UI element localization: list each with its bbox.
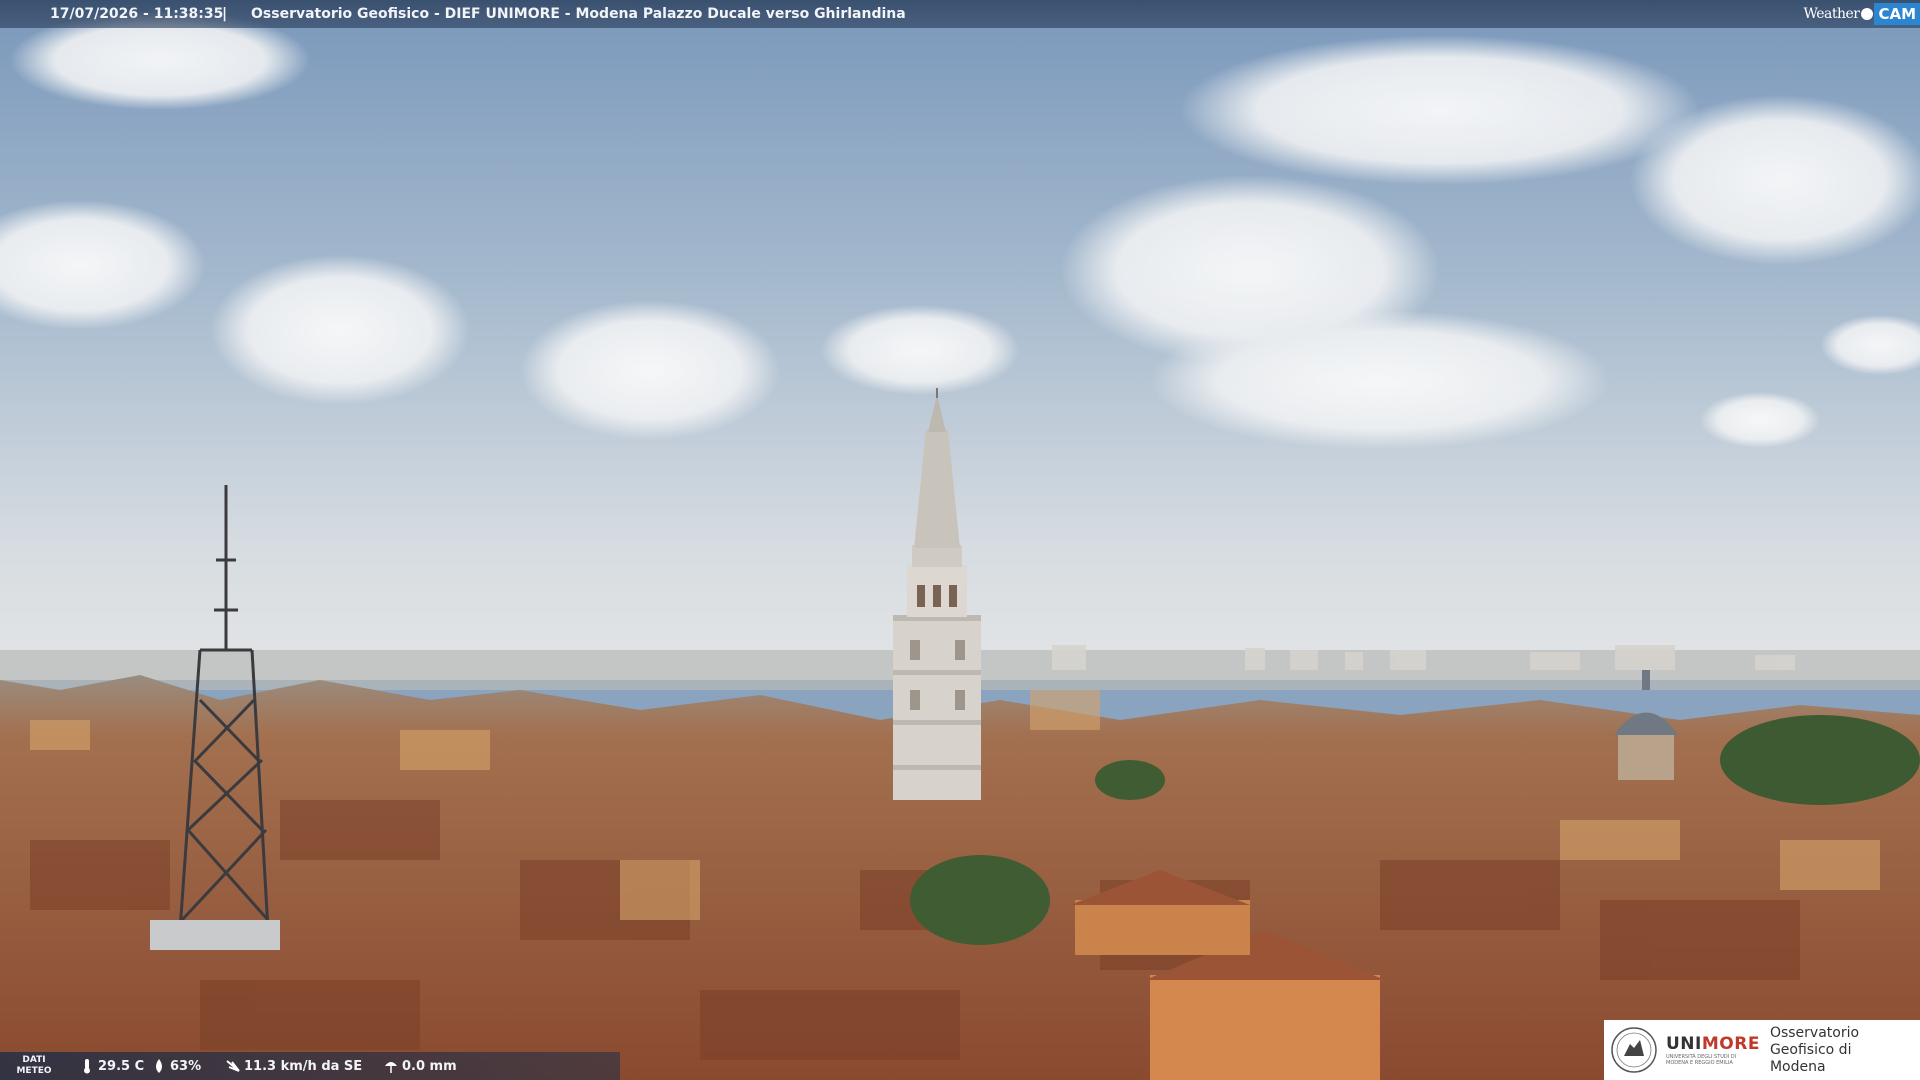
acronym-plain: UNI <box>1666 1034 1702 1054</box>
humidity-reading: 63% <box>152 1058 201 1074</box>
trees-right <box>1720 715 1920 805</box>
thermometer-icon <box>84 1059 90 1074</box>
cam-logo-text: CAM <box>1874 3 1920 25</box>
weather-logo-text: Weather <box>1803 6 1860 22</box>
rain-reading: 0.0 mm <box>384 1058 457 1074</box>
university-seal-icon <box>1611 1027 1657 1073</box>
weather-data-bar: DATI METEO 29.5 C 63% 11.3 km/h da SE 0.… <box>0 1052 620 1080</box>
umbrella-icon <box>385 1062 397 1073</box>
university-name: UNIMORE UNIVERSITÀ DEGLI STUDI DI MODENA… <box>1666 1034 1760 1066</box>
university-acronym: UNIMORE <box>1666 1034 1760 1054</box>
wind-value: 11.3 km/h da SE <box>244 1058 363 1074</box>
wind-icon <box>226 1060 240 1072</box>
observatory-name: Osservatorio Geofisico di Modena <box>1769 1024 1860 1075</box>
wind-reading: 11.3 km/h da SE <box>226 1058 362 1074</box>
camera-title: Osservatorio Geofisico - DIEF UNIMORE - … <box>251 6 906 22</box>
logo-dot-icon <box>1861 8 1874 20</box>
rain-value: 0.0 mm <box>402 1058 457 1074</box>
humidity-value: 63% <box>170 1058 202 1074</box>
weathercam-logo: Weather CAM <box>1803 2 1920 26</box>
unimore-logo-box: UNIMORE UNIVERSITÀ DEGLI STUDI DI MODENA… <box>1604 1020 1920 1080</box>
overlay-title-bar: 17/07/2026 - 11:38:35 | Osservatorio Geo… <box>0 0 1920 28</box>
acronym-accent: MORE <box>1701 1034 1760 1054</box>
university-fullname: UNIVERSITÀ DEGLI STUDI DI MODENA E REGGI… <box>1666 1054 1737 1066</box>
temperature-reading: 29.5 C <box>80 1058 144 1074</box>
trees-mid <box>1095 760 1165 800</box>
humidity-drop-icon <box>156 1059 162 1073</box>
meteo-label-text: DATI METEO <box>16 1055 52 1076</box>
meteo-label: DATI METEO <box>14 1055 54 1077</box>
antenna-base <box>150 920 280 950</box>
timestamp: 17/07/2026 - 11:38:35 <box>50 6 224 22</box>
trees-center <box>910 855 1050 945</box>
webcam-scene <box>0 0 1920 1080</box>
temperature-value: 29.5 C <box>98 1058 145 1074</box>
title-separator: | <box>222 6 228 22</box>
